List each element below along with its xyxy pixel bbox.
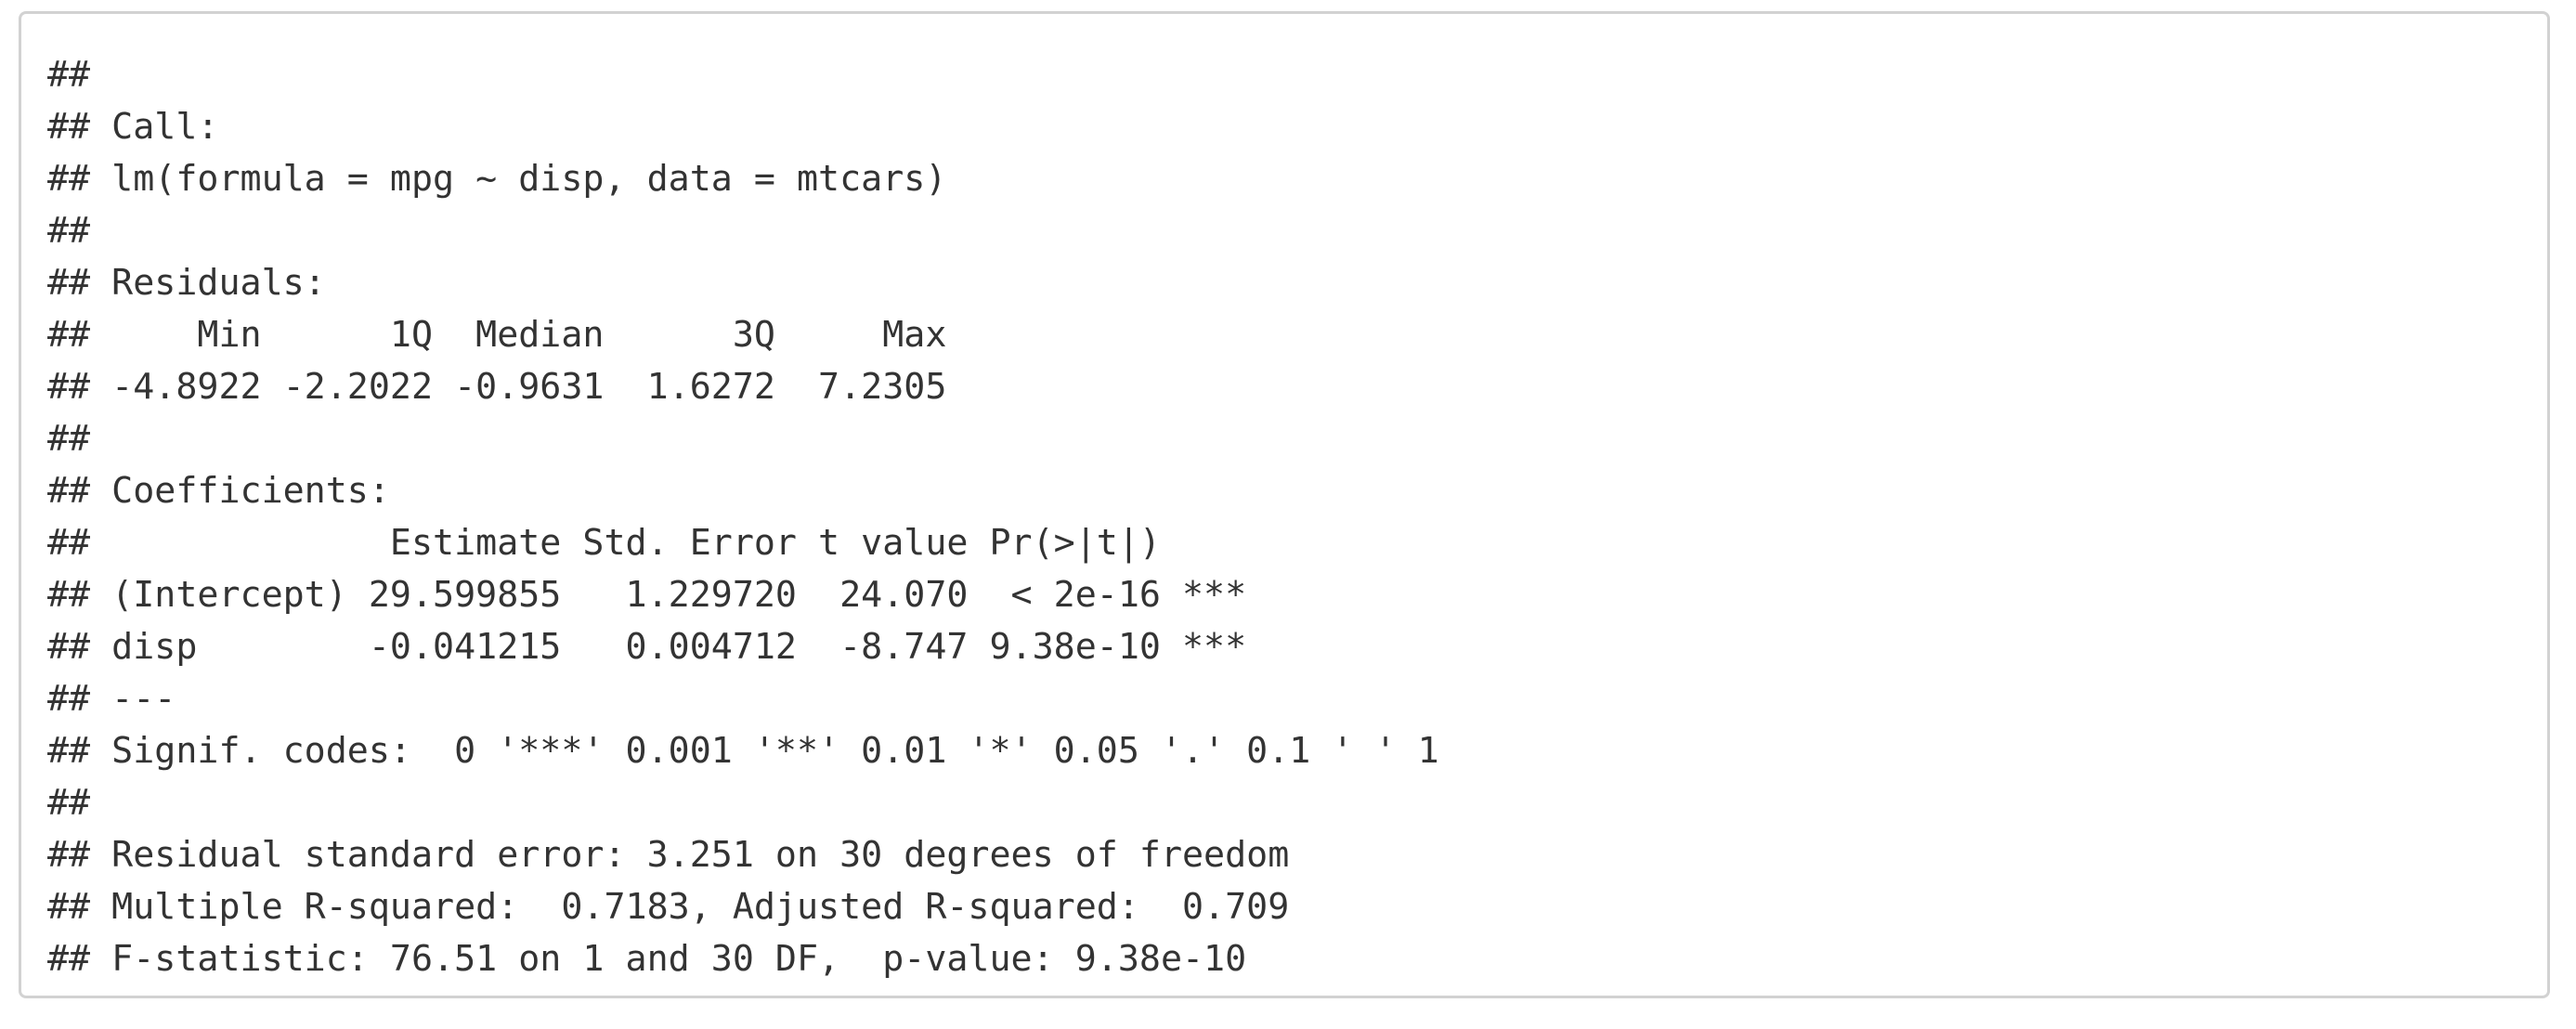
coefficient-intercept-line: ## (Intercept) 29.599855 1.229720 24.070… <box>47 574 1247 616</box>
residuals-heading-line: ## Residuals: <box>47 262 326 304</box>
coefficient-disp-line: ## disp -0.041215 0.004712 -8.747 9.38e-… <box>47 626 1247 668</box>
coefficients-header-line: ## Estimate Std. Error t value Pr(>|t|) <box>47 522 1161 564</box>
blank-comment-line: ## <box>47 418 91 460</box>
blank-comment-line: ## <box>47 210 91 252</box>
call-heading-line: ## Call: <box>47 106 219 148</box>
r-squared-line: ## Multiple R-squared: 0.7183, Adjusted … <box>47 886 1290 928</box>
residual-standard-error-line: ## Residual standard error: 3.251 on 30 … <box>47 834 1290 876</box>
separator-line: ## --- <box>47 678 176 720</box>
r-console-output-block: ## ## Call: ## lm(formula = mpg ~ disp, … <box>19 11 2550 998</box>
residuals-header-line: ## Min 1Q Median 3Q Max <box>47 314 947 356</box>
blank-comment-line: ## <box>47 782 91 824</box>
signif-codes-line: ## Signif. codes: 0 '***' 0.001 '**' 0.0… <box>47 730 1439 772</box>
call-formula-line: ## lm(formula = mpg ~ disp, data = mtcar… <box>47 158 947 200</box>
f-statistic-line: ## F-statistic: 76.51 on 1 and 30 DF, p-… <box>47 938 1247 980</box>
residuals-values-line: ## -4.8922 -2.2022 -0.9631 1.6272 7.2305 <box>47 366 947 408</box>
coefficients-heading-line: ## Coefficients: <box>47 470 390 512</box>
blank-comment-line: ## <box>47 54 91 96</box>
